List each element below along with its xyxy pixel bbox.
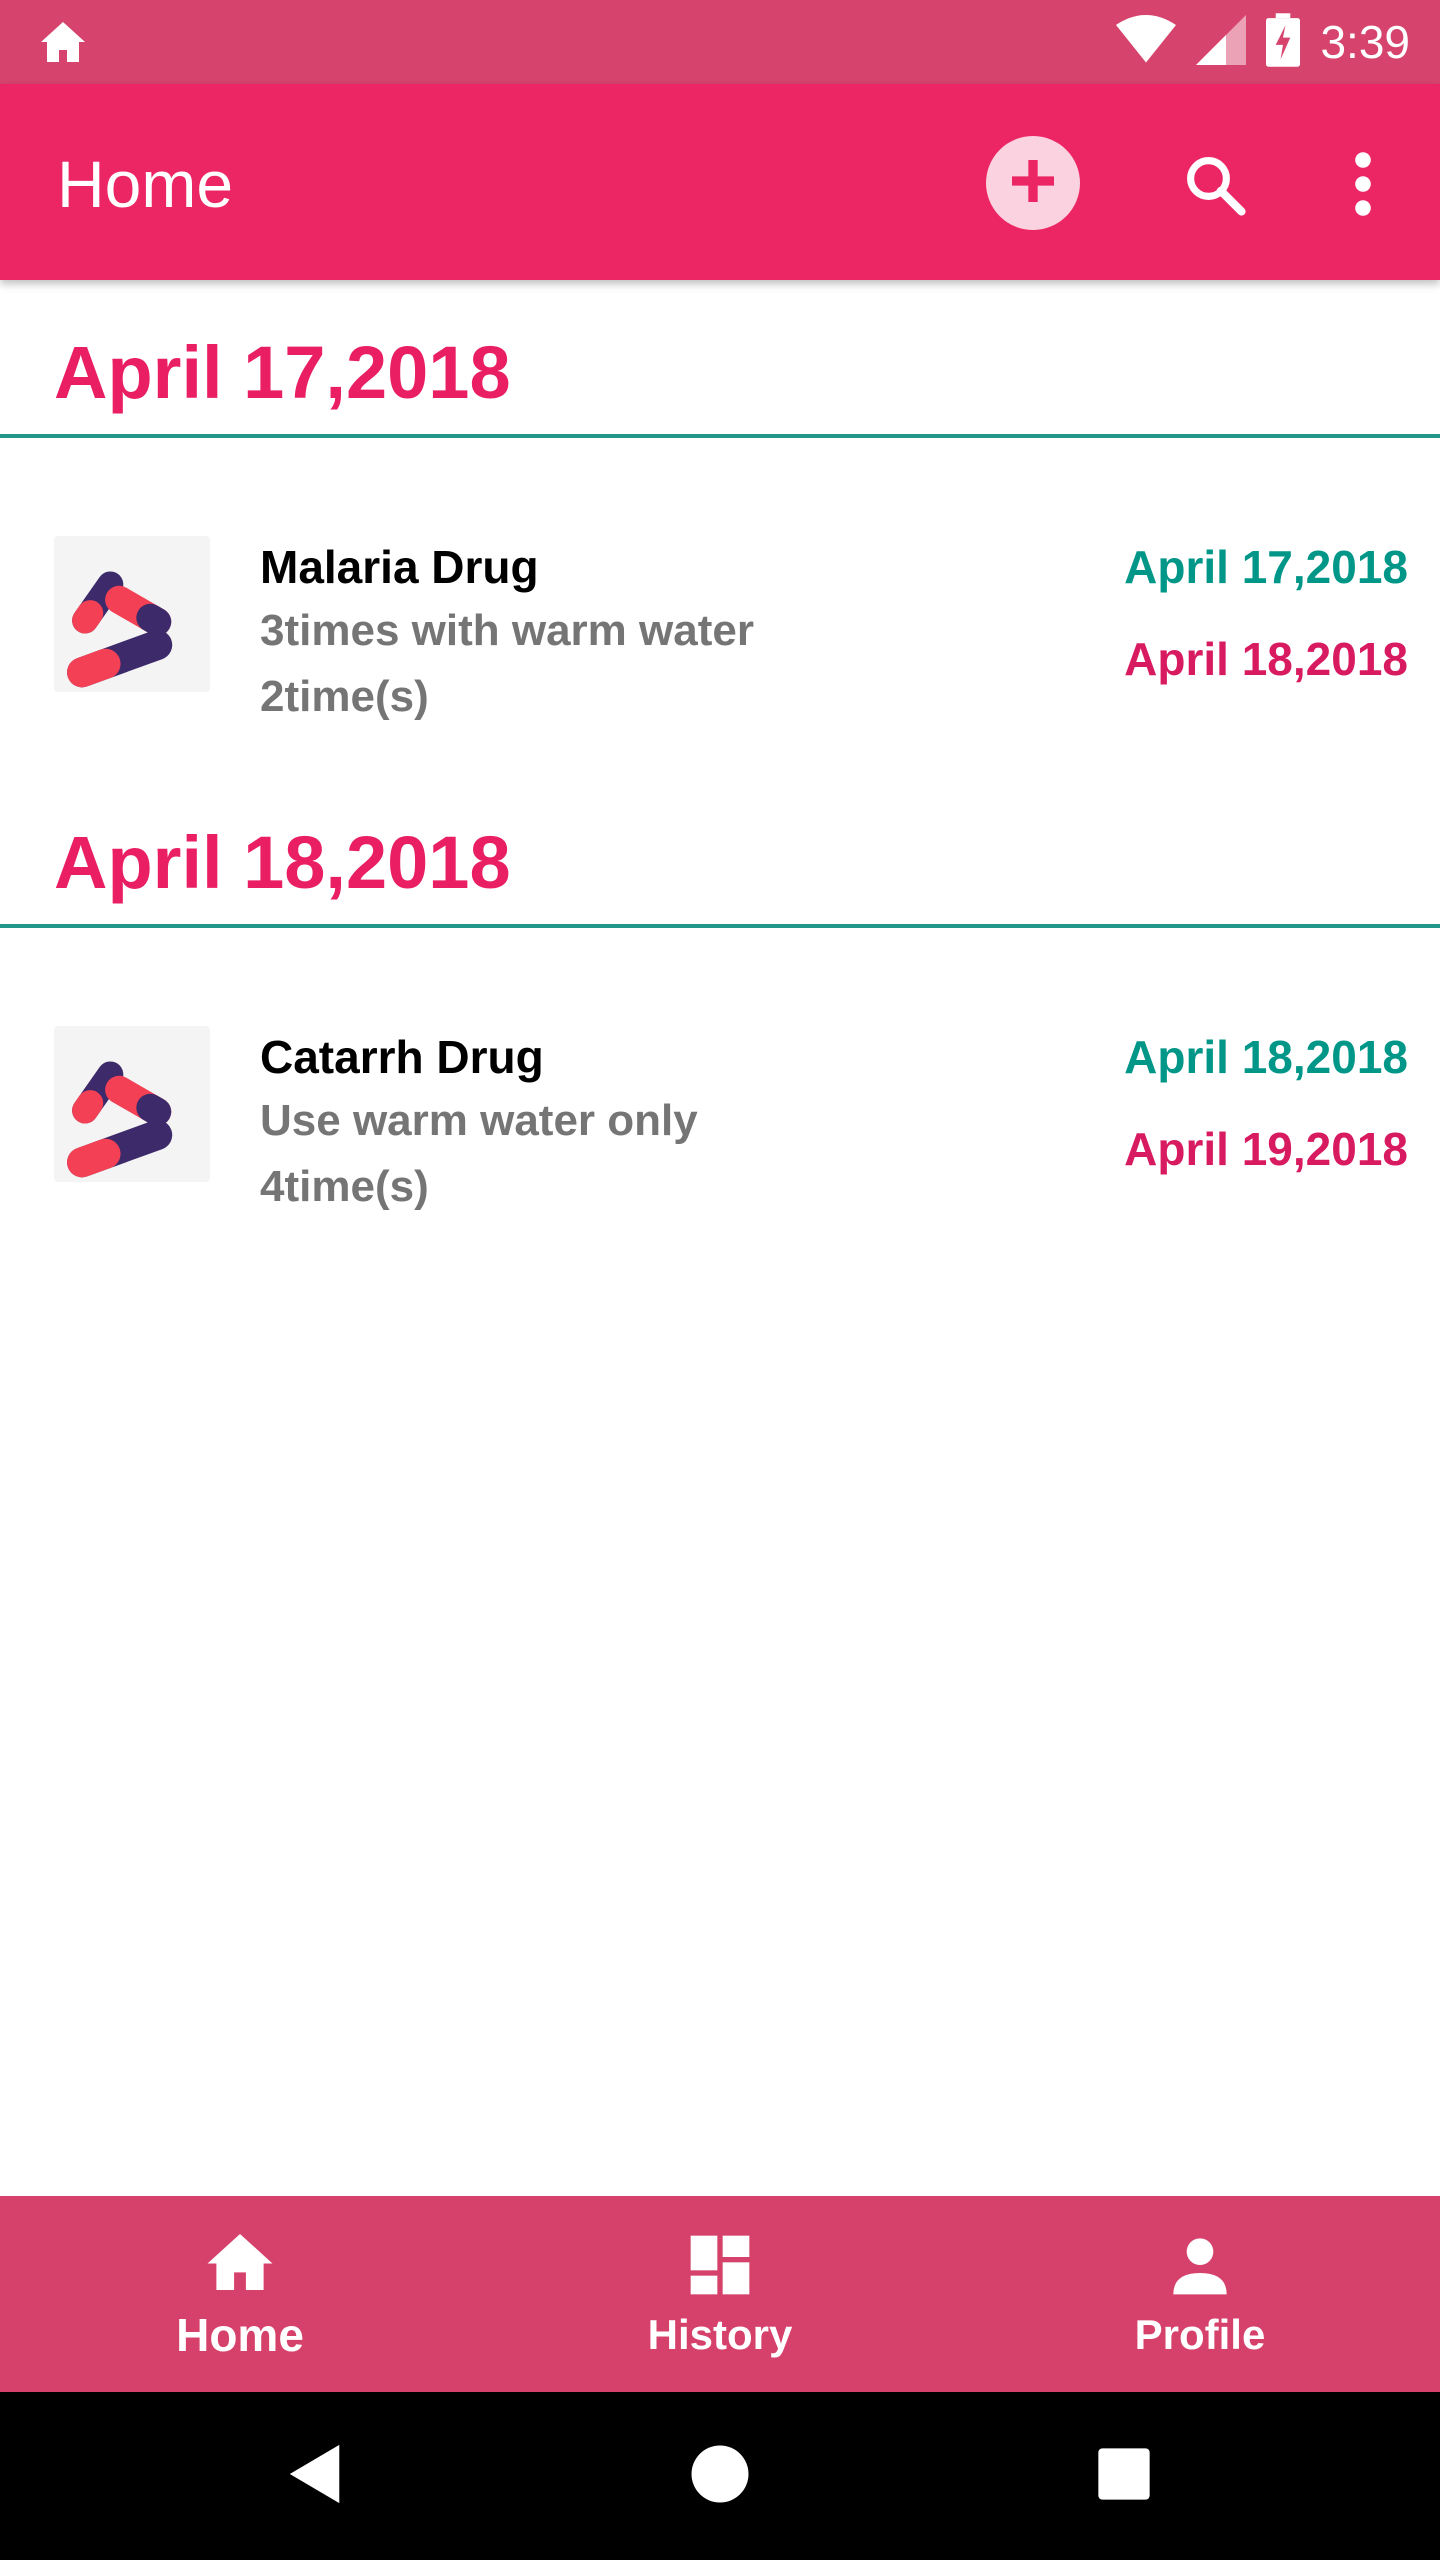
list-item[interactable]: Malaria Drug 3times with warm water 2tim… (0, 536, 1440, 756)
nav-label: Profile (1134, 2311, 1266, 2358)
end-date: April 19,2018 (1124, 1123, 1408, 1175)
start-date: April 18,2018 (1124, 1031, 1408, 1083)
section-date: April 17,2018 (54, 331, 511, 414)
battery-charging-icon (1266, 12, 1301, 72)
person-icon (1164, 2229, 1236, 2301)
back-button[interactable] (276, 2436, 356, 2516)
more-vert-icon (1353, 151, 1373, 222)
home-icon (204, 2226, 276, 2298)
more-options-button[interactable] (1338, 144, 1388, 228)
nav-label: History (647, 2311, 793, 2358)
drug-name: Malaria Drug (260, 541, 539, 593)
drug-frequency: 2time(s) (260, 672, 429, 721)
signal-icon (1196, 14, 1247, 70)
recents-icon (1097, 2447, 1151, 2506)
list-item[interactable]: Catarrh Drug Use warm water only 4time(s… (0, 1026, 1440, 1246)
end-date: April 18,2018 (1124, 633, 1408, 685)
dashboard-icon (684, 2229, 756, 2301)
home-circle-icon (690, 2444, 750, 2509)
back-icon (286, 2442, 346, 2511)
home-icon (38, 20, 88, 64)
section-header: April 18,2018 (0, 820, 1440, 928)
start-date: April 17,2018 (1124, 541, 1408, 593)
drug-frequency: 4time(s) (260, 1162, 429, 1211)
nav-label: Home (176, 2309, 304, 2361)
nav-item-profile[interactable]: Profile (960, 2196, 1440, 2392)
status-time: 3:39 (1320, 16, 1410, 68)
drug-note: Use warm water only (260, 1096, 698, 1145)
drug-name: Catarrh Drug (260, 1031, 544, 1083)
pills-icon (54, 1026, 210, 1182)
recents-button[interactable] (1084, 2436, 1164, 2516)
section-header: April 17,2018 (0, 330, 1440, 438)
add-button[interactable] (986, 136, 1080, 230)
pills-icon (54, 536, 210, 692)
status-bar: 3:39 (0, 0, 1440, 84)
nav-item-history[interactable]: History (480, 2196, 960, 2392)
drug-note: 3times with warm water (260, 606, 754, 655)
page-title: Home (57, 147, 234, 221)
search-button[interactable] (1174, 146, 1254, 226)
bottom-navigation: Home History Profile (0, 2196, 1440, 2392)
section-date: April 18,2018 (54, 821, 511, 904)
app-bar: Home (0, 84, 1440, 280)
home-system-button[interactable] (680, 2436, 760, 2516)
system-navigation-bar (0, 2392, 1440, 2560)
wifi-icon (1116, 14, 1177, 70)
nav-item-home[interactable]: Home (0, 2196, 480, 2392)
search-icon (1181, 151, 1247, 222)
add-circle-icon (1005, 153, 1061, 214)
